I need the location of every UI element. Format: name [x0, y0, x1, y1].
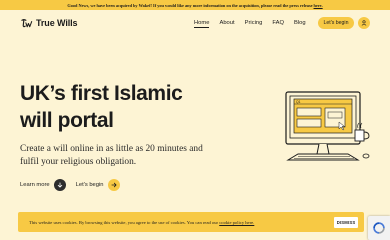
tw-logo-icon [21, 18, 33, 27]
announcement-bar: Good News, we have been acquired by Wake… [0, 0, 390, 10]
hero-subline: Create a will online in as little as 20 … [20, 144, 203, 167]
learn-more-link[interactable]: Learn more [20, 179, 66, 191]
cookie-banner: This website uses cookies. By browsing t… [18, 212, 364, 232]
announcement-text: Good News, we have been acquired by Wake… [67, 2, 313, 8]
user-icon [361, 20, 367, 26]
lets-begin-nav-button[interactable]: Let's begin [318, 17, 354, 29]
nav-links: Home About Pricing FAQ Blog [194, 17, 316, 29]
nav-faq[interactable]: FAQ [272, 18, 284, 28]
logo[interactable]: True Wills [20, 16, 78, 30]
logo-text: True Wills [36, 18, 78, 28]
nav-home[interactable]: Home [194, 19, 210, 28]
arrow-down-icon [53, 179, 66, 191]
top-nav: True Wills Home About Pricing FAQ Blog L… [0, 10, 390, 36]
cookie-policy-link[interactable]: cookie policy here. [219, 220, 254, 225]
svg-text:Q1: Q1 [296, 100, 301, 104]
nav-pricing[interactable]: Pricing [245, 18, 263, 28]
arrow-right-icon [107, 179, 120, 191]
learn-more-label: Learn more [20, 182, 50, 188]
hero-actions: Learn more Let's begin [20, 178, 120, 192]
press-release-link[interactable]: here. [314, 3, 323, 8]
hero-headline: UK’s first Islamic will portal [20, 80, 220, 134]
cookie-message: This website uses cookies. By browsing t… [29, 219, 219, 225]
recaptcha-badge[interactable] [368, 216, 390, 240]
cookie-text: This website uses cookies. By browsing t… [29, 220, 254, 225]
computer-illustration: Q1 [285, 91, 370, 161]
hero-headline-line1: UK’s first Islamic [20, 82, 183, 105]
user-account-button[interactable] [358, 17, 370, 29]
recaptcha-icon [373, 222, 385, 234]
nav-about[interactable]: About [219, 18, 234, 28]
nav-blog[interactable]: Blog [294, 18, 306, 28]
lets-begin-hero-link[interactable]: Let's begin [76, 179, 120, 191]
hero-headline-line2: will portal [20, 109, 114, 132]
lets-begin-label: Let's begin [75, 182, 104, 188]
cookie-dismiss-button[interactable]: DISMISS [334, 217, 358, 228]
